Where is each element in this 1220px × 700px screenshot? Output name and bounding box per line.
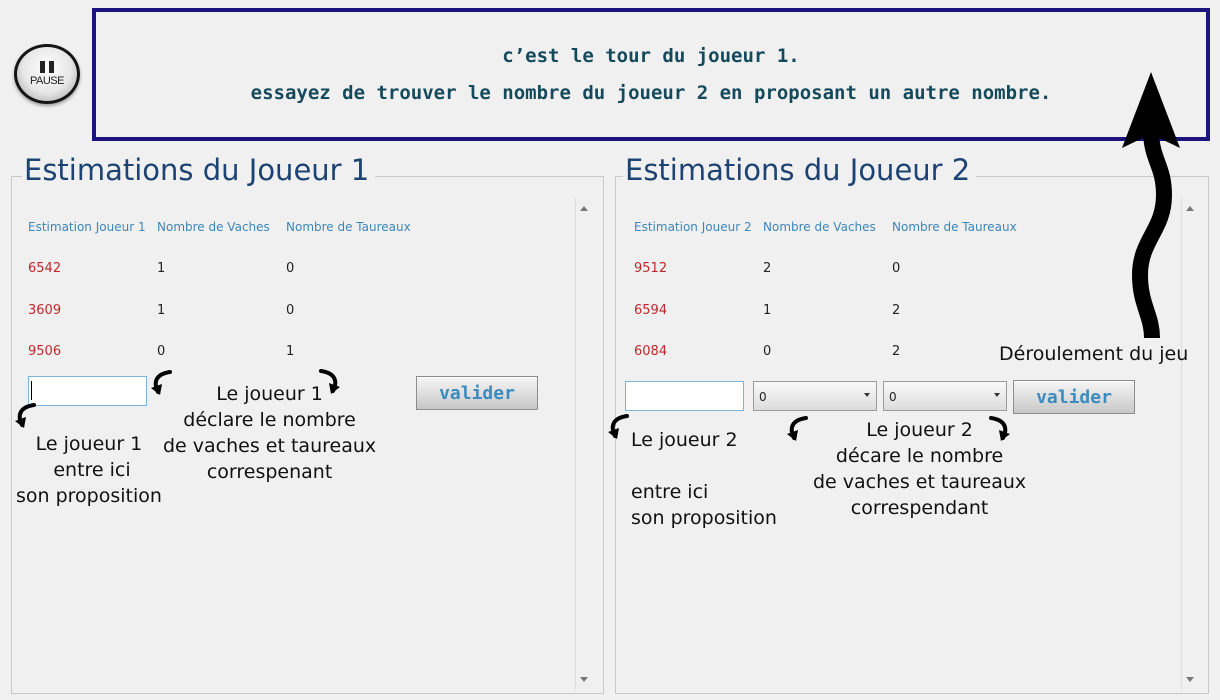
p1-validate-button[interactable]: valider [416, 376, 538, 410]
p1-row1-bulls: 0 [286, 261, 295, 276]
p2-row3-cows: 0 [763, 344, 772, 359]
p2-col-cows-header: Nombre de Vaches [763, 220, 876, 234]
p1-input-annotation: Le joueur 1 entre ici son proposition [16, 433, 162, 507]
scroll-down-icon[interactable] [1186, 677, 1194, 682]
scroll-up-icon[interactable] [1186, 206, 1194, 211]
game-flow-arrow-icon [1122, 72, 1180, 339]
p2-bulls-select[interactable]: 0 [883, 381, 1007, 411]
p2-input-annotation: Le joueur 2 entre ici son proposition [631, 429, 777, 529]
p1-row2-bulls: 0 [286, 303, 295, 318]
p2-validate-button[interactable]: valider [1013, 380, 1135, 414]
chevron-down-icon [994, 393, 1000, 397]
player1-scrollbar[interactable] [575, 198, 592, 690]
p1-col-bulls-header: Nombre de Taureaux [286, 220, 411, 234]
p1-row1-guess: 6542 [28, 261, 62, 276]
p1-row1-cows: 1 [157, 261, 166, 276]
p1-row3-bulls: 1 [286, 344, 295, 359]
p2-row1-cows: 2 [763, 261, 772, 276]
pause-icon [40, 61, 54, 73]
p1-text-caret [31, 381, 32, 400]
p2-col-guess-header: Estimation Joueur 2 [634, 220, 752, 234]
curved-arrow-icon [989, 416, 1010, 441]
p1-col-guess-header: Estimation Joueur 1 [28, 220, 146, 234]
scroll-down-icon[interactable] [580, 677, 588, 682]
p2-row1-guess: 9512 [634, 261, 668, 276]
p2-col-bulls-header: Nombre de Taureaux [892, 220, 1017, 234]
p2-bulls-select-value: 0 [889, 390, 897, 404]
turn-message-box: c’est le tour du joueur 1. essayez de tr… [92, 8, 1210, 141]
curved-arrow-icon [15, 403, 36, 428]
p2-row1-bulls: 0 [892, 261, 901, 276]
turn-message-line1: c’est le tour du joueur 1. [502, 44, 800, 67]
p2-row2-bulls: 2 [892, 303, 901, 318]
p1-row2-guess: 3609 [28, 303, 62, 318]
player2-title: Estimations du Joueur 2 [623, 150, 977, 190]
p2-cows-select-value: 0 [759, 390, 767, 404]
p2-cows-select[interactable]: 0 [753, 381, 877, 411]
p2-row3-guess: 6084 [634, 344, 668, 359]
p1-col-cows-header: Nombre de Vaches [157, 220, 270, 234]
p1-declare-annotation: Le joueur 1 déclare le nombre de vaches … [163, 383, 377, 483]
curved-arrow-icon [787, 416, 808, 441]
p2-row2-cows: 1 [763, 303, 772, 318]
curved-arrow-icon [151, 370, 172, 395]
p2-row2-guess: 6594 [634, 303, 668, 318]
p1-row2-cows: 1 [157, 303, 166, 318]
p2-guess-input[interactable] [625, 381, 744, 411]
curved-arrow-icon [319, 369, 340, 394]
curved-arrow-icon [608, 414, 629, 439]
p1-row3-guess: 9506 [28, 344, 62, 359]
pause-button[interactable]: PAUSE [14, 44, 80, 104]
player1-title: Estimations du Joueur 1 [22, 150, 376, 190]
p1-guess-input[interactable] [28, 376, 147, 406]
p1-row3-cows: 0 [157, 344, 166, 359]
chevron-down-icon [864, 393, 870, 397]
flow-annotation: Déroulement du jeu [999, 343, 1189, 365]
scroll-up-icon[interactable] [580, 206, 588, 211]
turn-message-line2: essayez de trouver le nombre du joueur 2… [250, 81, 1052, 104]
pause-label: PAUSE [30, 75, 64, 87]
p2-row3-bulls: 2 [892, 344, 901, 359]
